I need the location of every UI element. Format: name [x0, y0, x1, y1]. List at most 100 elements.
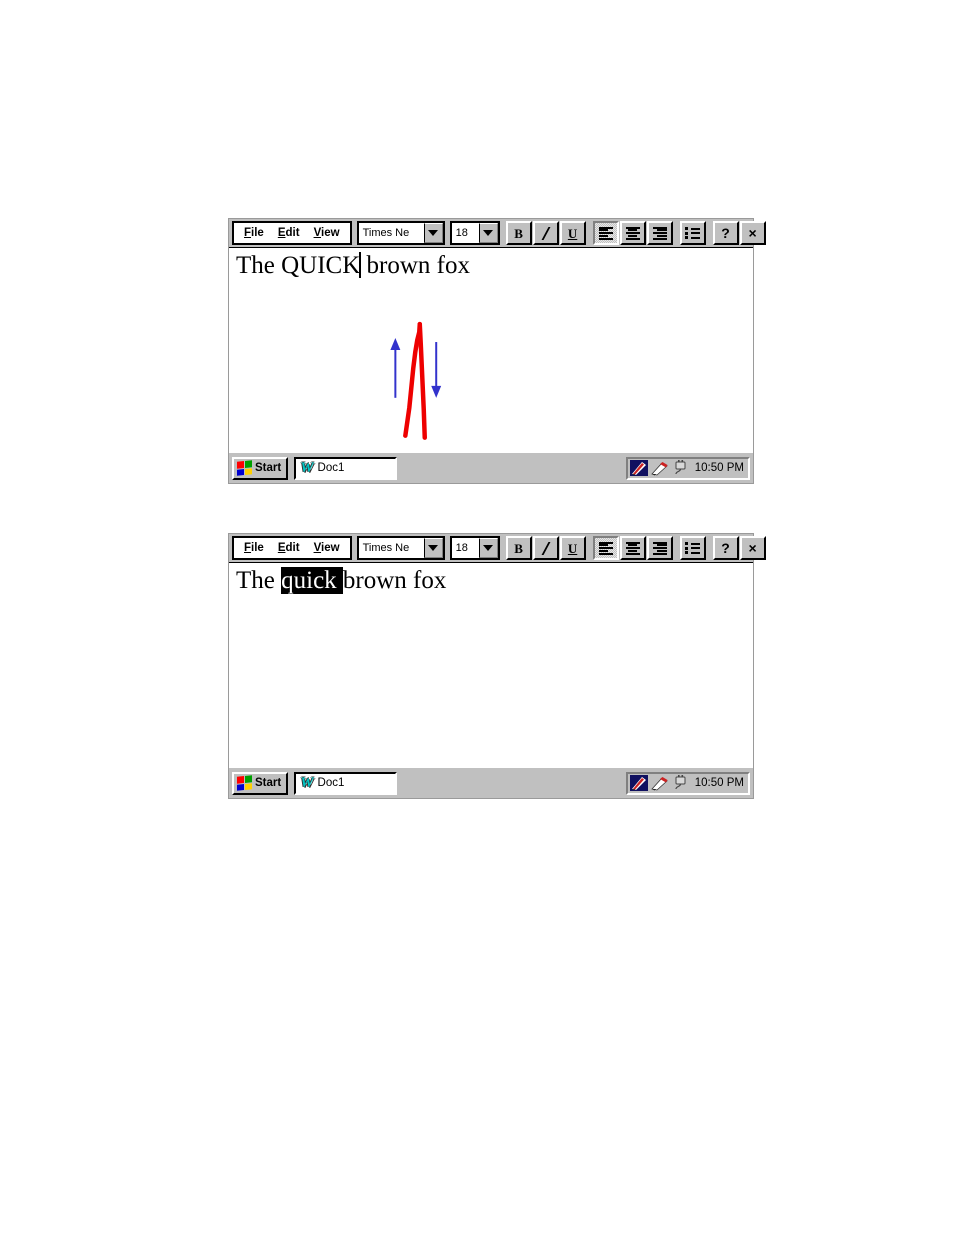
close-button[interactable]: ×	[739, 536, 766, 560]
pen-tablet-icon[interactable]	[629, 775, 648, 791]
list-button-group	[679, 221, 707, 245]
question-mark-icon: ?	[721, 540, 730, 556]
font-size-value: 18	[455, 227, 468, 239]
taskbar-item-doc1[interactable]: W Doc1	[294, 456, 398, 480]
format-button-group: B U	[505, 221, 587, 245]
underline-icon: U	[567, 225, 578, 241]
menu-edit-accel: E	[277, 542, 286, 554]
taskbar-clock: 10:50 PM	[694, 462, 744, 474]
text-segment-before: The	[236, 252, 282, 279]
chevron-down-icon[interactable]	[479, 538, 498, 558]
align-left-button[interactable]	[592, 536, 619, 560]
bold-button[interactable]: B	[505, 221, 532, 245]
format-button-group: B U	[505, 536, 587, 560]
app-window-before: File Edit View Times Ne 18 B U ? × The Q…	[228, 218, 766, 484]
menu-item-file[interactable]: File	[237, 538, 271, 558]
font-family-combo[interactable]: Times Ne	[356, 221, 445, 245]
italic-button[interactable]	[532, 221, 559, 245]
chevron-down-icon[interactable]	[423, 223, 443, 243]
windows-flag-icon	[237, 775, 252, 791]
start-button-label: Start	[255, 777, 282, 789]
italic-icon	[541, 541, 551, 555]
bullet-list-button[interactable]	[679, 221, 706, 245]
align-center-icon	[625, 541, 640, 555]
alignment-button-group	[592, 536, 674, 560]
underline-button[interactable]: U	[559, 536, 586, 560]
bullet-list-button[interactable]	[679, 536, 706, 560]
align-center-button[interactable]	[619, 221, 646, 245]
align-left-button[interactable]	[592, 221, 619, 245]
chevron-down-icon[interactable]	[423, 538, 443, 558]
align-right-button[interactable]	[646, 221, 673, 245]
taskbar-item-label: Doc1	[317, 462, 345, 474]
gesture-stroke-red	[403, 321, 423, 438]
menu-edit-accel: E	[277, 227, 286, 239]
toolbar: File Edit View Times Ne 18 B U ? ×	[229, 219, 766, 247]
align-center-button[interactable]	[619, 536, 646, 560]
stylus-pen-icon[interactable]	[650, 460, 669, 476]
align-center-icon	[625, 226, 640, 240]
align-right-icon	[652, 226, 667, 240]
taskbar-item-doc1[interactable]: W Doc1	[294, 771, 398, 795]
font-family-value: Times Ne	[362, 227, 410, 239]
arrow-up-icon	[390, 338, 401, 350]
text-segment-before: The	[236, 567, 282, 594]
menu-bar: File Edit View	[232, 536, 352, 560]
bold-button[interactable]: B	[505, 536, 532, 560]
font-size-combo[interactable]: 18	[449, 536, 500, 560]
stylus-pen-icon[interactable]	[650, 775, 669, 791]
document-canvas[interactable]: The quick brown fox	[229, 562, 753, 767]
app-window-after: File Edit View Times Ne 18 B U ? × The q…	[228, 533, 766, 799]
align-right-button[interactable]	[646, 536, 673, 560]
help-button[interactable]: ?	[712, 221, 739, 245]
chevron-down-icon[interactable]	[479, 223, 498, 243]
window-button-group: ? ×	[712, 536, 767, 560]
menu-item-file[interactable]: File	[237, 223, 271, 243]
close-icon: ×	[748, 540, 757, 556]
document-canvas[interactable]: The QUICK brown fox	[229, 247, 753, 452]
start-button-label: Start	[255, 462, 282, 474]
underline-icon: U	[567, 540, 578, 556]
document-text: The QUICK brown fox	[236, 250, 470, 282]
help-button[interactable]: ?	[712, 536, 739, 560]
italic-button[interactable]	[532, 536, 559, 560]
system-tray: 10:50 PM	[625, 456, 750, 480]
taskbar-clock: 10:50 PM	[694, 777, 744, 789]
font-family-combo[interactable]: Times Ne	[356, 536, 445, 560]
pen-tablet-icon[interactable]	[629, 460, 648, 476]
document-text: The quick brown fox	[236, 565, 446, 597]
close-icon: ×	[748, 225, 757, 241]
menu-item-edit[interactable]: Edit	[271, 538, 307, 558]
taskbar: Start W Doc1 10:50 PM	[229, 767, 753, 798]
bullet-list-icon	[685, 227, 701, 239]
menu-view-rest: iew	[321, 227, 340, 239]
text-segment-word: QUICK	[281, 252, 361, 279]
align-left-icon	[598, 226, 613, 240]
windows-flag-icon	[237, 460, 252, 476]
menu-file-rest: ile	[251, 227, 264, 239]
menu-view-accel: V	[313, 227, 322, 239]
menu-item-view[interactable]: View	[307, 223, 347, 243]
word-document-icon: W	[300, 774, 314, 791]
gesture-stroke-red-return	[417, 321, 427, 440]
align-left-icon	[598, 541, 613, 555]
menu-bar: File Edit View	[232, 221, 352, 245]
menu-item-view[interactable]: View	[307, 538, 347, 558]
menu-item-edit[interactable]: Edit	[271, 223, 307, 243]
start-button[interactable]: Start	[232, 456, 289, 480]
font-size-value: 18	[455, 542, 468, 554]
text-segment-after: brown fox	[342, 567, 447, 594]
word-document-icon: W	[300, 459, 314, 476]
underline-button[interactable]: U	[559, 221, 586, 245]
menu-edit-rest: dit	[285, 542, 300, 554]
start-button[interactable]: Start	[232, 771, 289, 795]
power-plug-icon[interactable]	[672, 775, 690, 791]
window-button-group: ? ×	[712, 221, 767, 245]
font-size-combo[interactable]: 18	[449, 221, 500, 245]
menu-file-accel: F	[244, 542, 252, 554]
close-button[interactable]: ×	[739, 221, 766, 245]
bold-icon: B	[514, 225, 523, 241]
menu-view-accel: V	[313, 542, 322, 554]
align-right-icon	[652, 541, 667, 555]
power-plug-icon[interactable]	[672, 460, 690, 476]
